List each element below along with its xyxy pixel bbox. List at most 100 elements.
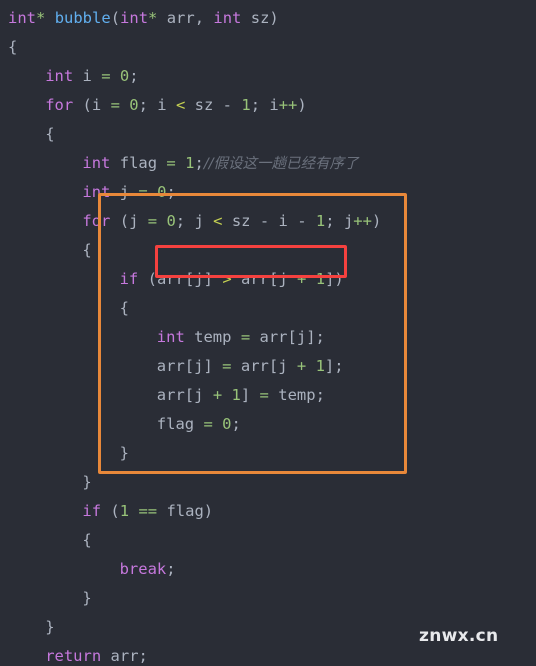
code-line[interactable]: int temp = arr[j]; [0, 323, 536, 352]
code-token: int [8, 9, 36, 27]
code-line[interactable]: { [0, 294, 536, 323]
code-token: * [148, 9, 158, 27]
code-token: = [166, 154, 176, 172]
code-line[interactable]: int j = 0; [0, 178, 536, 207]
code-token: > [222, 270, 232, 288]
code-line[interactable]: } [0, 439, 536, 468]
code-line[interactable]: { [0, 236, 536, 265]
code-token: i [269, 96, 279, 114]
code-token: i [82, 67, 92, 85]
code-token: ; [250, 96, 270, 114]
code-line[interactable]: int flag = 1;//假设这一趟已经有序了 [0, 149, 536, 178]
code-token: [ [184, 270, 195, 288]
code-line[interactable]: { [0, 526, 536, 555]
code-token: - [297, 212, 307, 230]
code-token: ] [203, 357, 213, 375]
code-token: { [82, 241, 92, 259]
code-line[interactable]: int i = 0; [0, 62, 536, 91]
code-token: ++ [353, 212, 372, 230]
code-token: arr [241, 270, 270, 288]
code-token: break [119, 560, 167, 578]
code-token: + [297, 270, 307, 288]
code-token: - [222, 96, 232, 114]
code-line[interactable]: arr[j + 1] = temp; [0, 381, 536, 410]
code-screenshot: int* bubble(int* arr, int sz){int i = 0;… [0, 0, 536, 666]
code-token: 1 [241, 96, 251, 114]
code-line[interactable]: if (arr[j] > arr[j + 1]) [0, 265, 536, 294]
code-line[interactable]: break; [0, 555, 536, 584]
code-token: [ [268, 357, 279, 375]
code-token: flag [119, 154, 158, 172]
code-editor-content[interactable]: int* bubble(int* arr, int sz){int i = 0;… [0, 4, 536, 666]
code-token: arr [240, 357, 269, 375]
code-token: 1 [119, 502, 130, 520]
code-token: ; [194, 154, 204, 172]
code-token: ; [166, 560, 176, 578]
code-line[interactable]: } [0, 468, 536, 497]
code-token: bubble [54, 9, 111, 27]
code-line[interactable]: arr[j] = arr[j + 1]; [0, 352, 536, 381]
code-token: ( [110, 9, 121, 27]
code-token: i [91, 96, 102, 114]
code-token: 1 [231, 386, 241, 404]
code-token: 0 [129, 96, 139, 114]
code-token: ; [129, 67, 139, 85]
code-token: + [296, 357, 307, 375]
code-token: if [119, 270, 139, 288]
code-line[interactable]: for (i = 0; i < sz - 1; i++) [0, 91, 536, 120]
code-token: = [203, 415, 213, 433]
code-token: [ [269, 270, 279, 288]
code-line[interactable]: } [0, 584, 536, 613]
code-token: for [45, 96, 74, 114]
code-token: sz [194, 96, 214, 114]
code-token: 1 [315, 212, 326, 230]
code-token: ) [371, 212, 382, 230]
code-line[interactable]: for (j = 0; j < sz - i - 1; j++) [0, 207, 536, 236]
code-token: arr [259, 328, 288, 346]
code-token: ] [203, 270, 213, 288]
code-line[interactable]: if (1 == flag) [0, 497, 536, 526]
code-token: * [36, 9, 46, 27]
code-token: { [8, 38, 18, 56]
code-token: arr [166, 9, 195, 27]
code-token: arr [156, 386, 185, 404]
code-token: j [194, 212, 204, 230]
code-line[interactable]: { [0, 120, 536, 149]
code-token: 0 [119, 67, 130, 85]
code-token: ; [315, 386, 325, 404]
site-watermark: znwx.cn [419, 626, 499, 646]
code-token: ) [203, 502, 214, 520]
code-token: sz [231, 212, 251, 230]
code-token: flag [166, 502, 204, 520]
code-token: ] [240, 386, 251, 404]
code-line[interactable]: { [0, 33, 536, 62]
code-token: flag [156, 415, 195, 433]
code-token: } [82, 589, 92, 607]
code-token: int [82, 183, 111, 201]
code-line[interactable]: flag = 0; [0, 410, 536, 439]
code-token: ) [269, 9, 279, 27]
code-token: ) [297, 96, 307, 114]
code-token: } [82, 473, 92, 491]
code-token: { [119, 299, 129, 317]
code-token: 0 [222, 415, 232, 433]
code-line[interactable]: int* bubble(int* arr, int sz) [0, 4, 536, 33]
